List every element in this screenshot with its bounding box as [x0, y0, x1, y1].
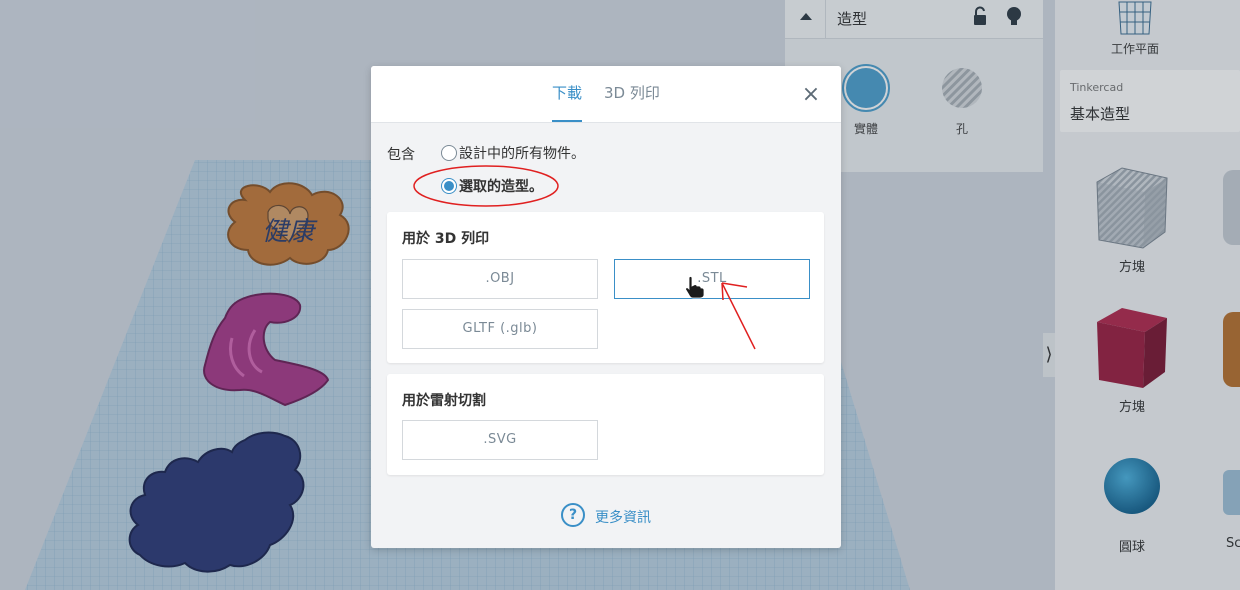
radio-label: 選取的造型。: [459, 179, 543, 195]
laser-export-section: 用於雷射切割 .SVG: [387, 374, 824, 475]
more-info-label: 更多資訊: [595, 510, 651, 526]
tab-download[interactable]: 下載: [552, 82, 583, 122]
section-title: 用於 3D 列印: [402, 231, 490, 247]
help-icon: ?: [561, 503, 585, 527]
include-label: 包含: [387, 147, 415, 163]
radio-button-checked[interactable]: [441, 178, 457, 194]
svg-button[interactable]: .SVG: [402, 420, 598, 460]
tab-3d-print[interactable]: 3D 列印: [604, 82, 660, 120]
radio-label: 設計中的所有物件。: [459, 146, 585, 162]
gltf-button[interactable]: GLTF (.glb): [402, 309, 598, 349]
obj-button[interactable]: .OBJ: [402, 259, 598, 299]
export-dialog: 下載 3D 列印 × 包含 設計中的所有物件。 選取的造型。 用於 3D 列印 …: [371, 66, 841, 548]
section-title: 用於雷射切割: [402, 393, 486, 409]
print-export-section: 用於 3D 列印 .OBJ .STL GLTF (.glb): [387, 212, 824, 363]
dialog-tabs: 下載 3D 列印 ×: [371, 66, 841, 123]
close-icon[interactable]: ×: [801, 82, 821, 108]
radio-button[interactable]: [441, 145, 457, 161]
stl-button[interactable]: .STL: [614, 259, 810, 299]
